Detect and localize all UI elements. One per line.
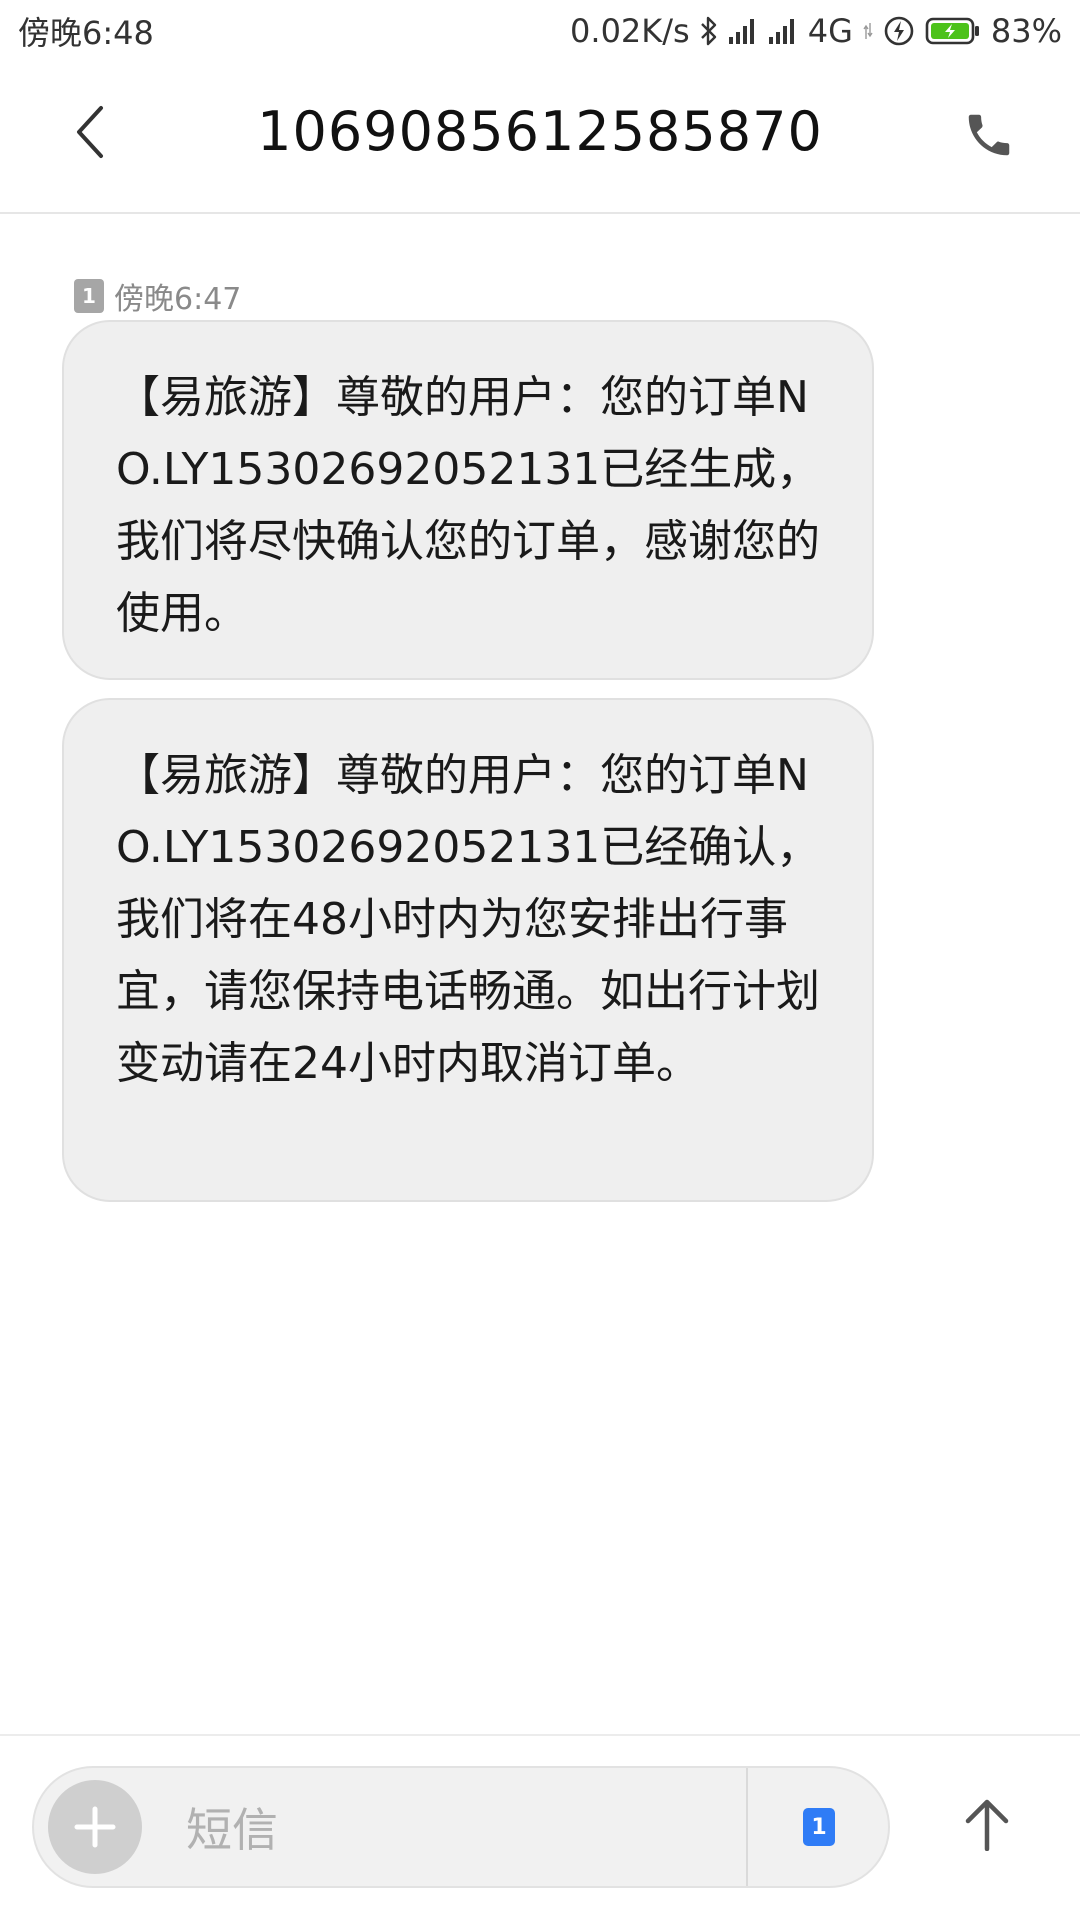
message-bubble[interactable]: 【易旅游】尊敬的用户：您的订单NO.LY15302692052131已经生成，我… <box>62 320 874 680</box>
sim-card-icon: 1 <box>803 1808 835 1846</box>
message-bubble[interactable]: 【易旅游】尊敬的用户：您的订单NO.LY15302692052131已经确认，我… <box>62 698 874 1202</box>
status-bar: 傍晚6:48 0.02K/s 4G 83% <box>0 0 1080 62</box>
page-title: 1069085612585870 <box>257 100 823 163</box>
network-type: 4G <box>807 12 853 50</box>
composer-pill: 1 <box>32 1766 890 1888</box>
message-timestamp: 1 傍晚6:47 <box>74 274 241 318</box>
arrow-up-icon <box>965 1799 1009 1851</box>
signal-icon <box>768 17 798 45</box>
sms-input[interactable] <box>184 1794 748 1866</box>
charging-icon <box>883 15 915 47</box>
call-button[interactable] <box>958 104 1020 166</box>
send-button[interactable] <box>952 1784 1022 1864</box>
back-button[interactable] <box>60 102 120 162</box>
battery-percent: 83% <box>990 12 1062 50</box>
signal-icon <box>728 17 758 45</box>
sim-select-button[interactable]: 1 <box>748 1768 890 1886</box>
bluetooth-icon <box>700 15 718 47</box>
phone-icon <box>968 114 1010 156</box>
data-arrows-icon <box>863 21 873 41</box>
status-indicators: 0.02K/s 4G 83% <box>570 12 1062 50</box>
sim-badge: 1 <box>74 279 104 313</box>
message-composer: 1 <box>0 1734 1080 1920</box>
timestamp-text: 傍晚6:47 <box>114 282 242 317</box>
add-attachment-button[interactable] <box>48 1780 142 1874</box>
sms-conversation-screen: 傍晚6:48 0.02K/s 4G 83% 1069085612585870 1… <box>0 0 1080 1920</box>
chevron-left-icon <box>77 106 103 158</box>
conversation-header: 1069085612585870 <box>0 62 1080 214</box>
network-speed: 0.02K/s <box>570 12 690 50</box>
battery-icon <box>925 16 981 46</box>
plus-icon <box>74 1806 116 1848</box>
status-time: 傍晚6:48 <box>18 14 154 52</box>
